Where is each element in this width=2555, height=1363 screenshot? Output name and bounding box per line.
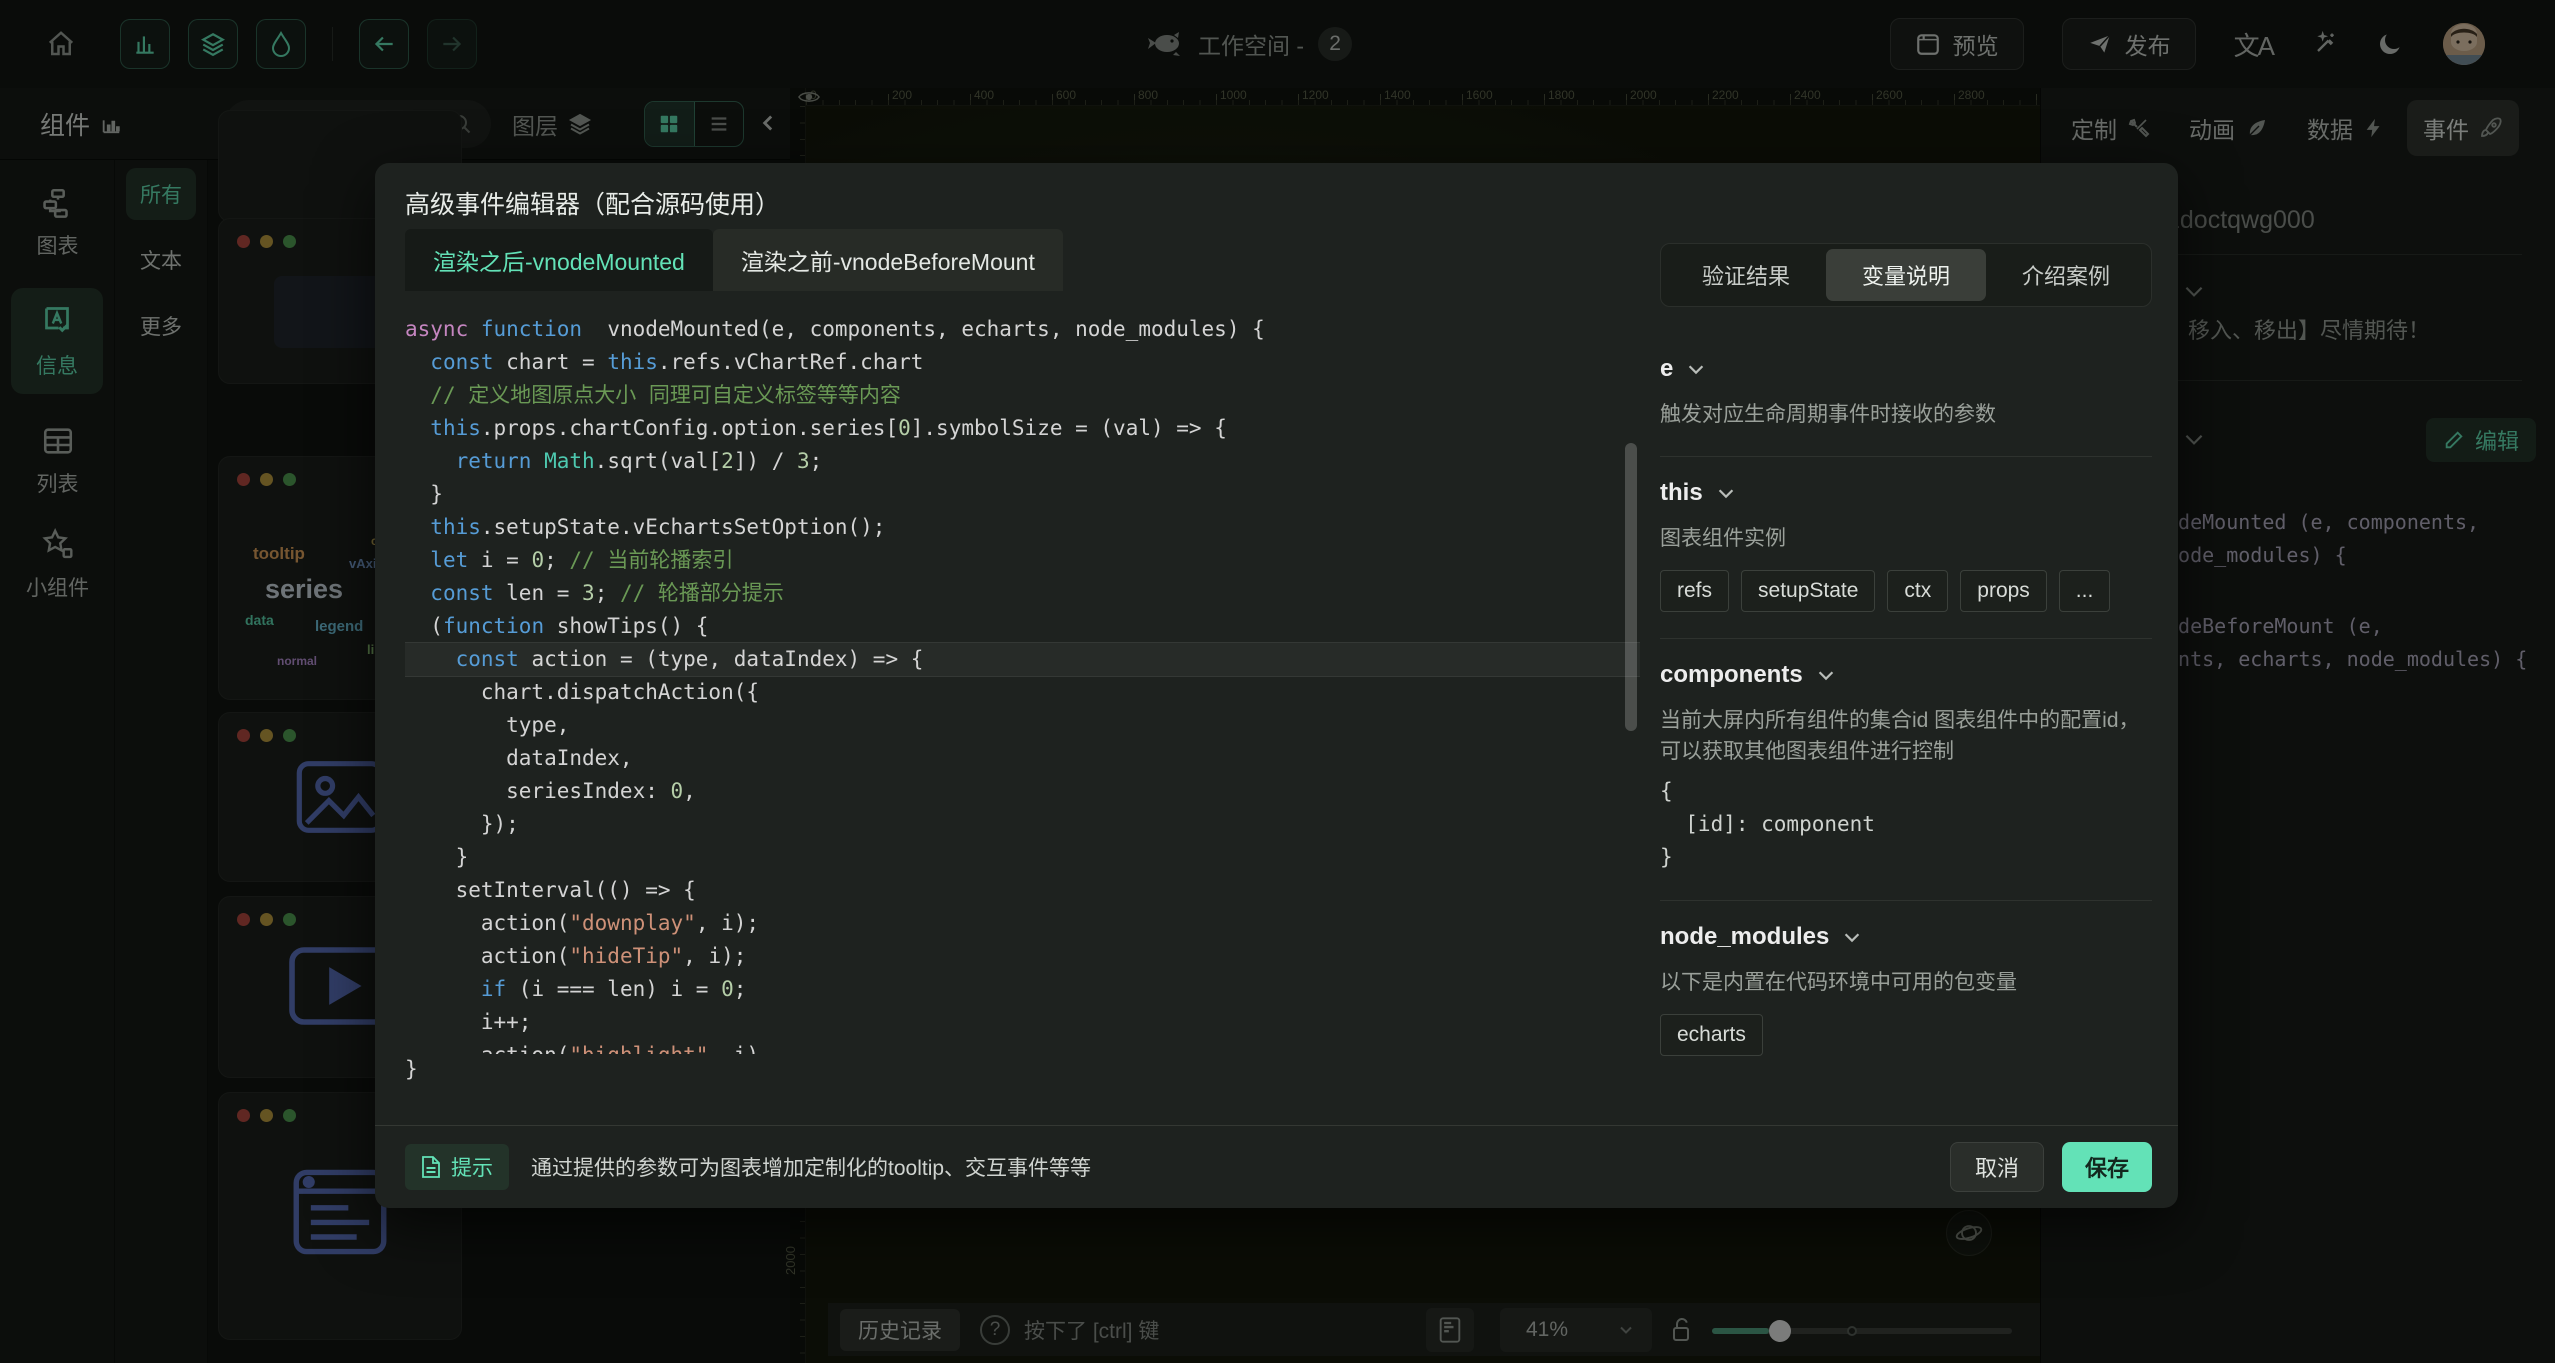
code-line[interactable]: action("downplay", i); (405, 907, 1640, 940)
variable-tags: refs setupState ctx props... (1660, 570, 2152, 612)
variable-sections: e 触发对应生命周期事件时接收的参数 this 图表组件实例 refs setupStat… (1660, 333, 2152, 1082)
section-this: this 图表组件实例 refs setupState ctx props... (1660, 457, 2152, 639)
code-line[interactable]: let i = 0; // 当前轮播索引 (405, 544, 1640, 577)
code-line[interactable]: action("highlight", i) (405, 1039, 1640, 1054)
section-name: node_modules (1660, 923, 1829, 951)
tab-vnode-mounted[interactable]: 渲染之后-vnodeMounted (405, 229, 713, 291)
variable-tag: props (1960, 570, 2047, 612)
section-header[interactable]: components (1660, 661, 2152, 689)
code-line[interactable]: async function vnodeMounted(e, component… (405, 313, 1640, 346)
code-line[interactable]: } (405, 841, 1640, 874)
chevron-down-icon[interactable] (1815, 664, 1837, 686)
code-editor[interactable]: async function vnodeMounted(e, component… (405, 313, 1640, 1054)
code-line[interactable]: } (405, 478, 1640, 511)
cancel-button[interactable]: 取消 (1950, 1142, 2044, 1192)
tab-vnode-before-mount[interactable]: 渲染之前-vnodeBeforeMount (713, 229, 1063, 291)
section-desc: 以下是内置在代码环境中可用的包变量 (1660, 967, 2152, 998)
code-line[interactable]: const chart = this.refs.vChartRef.chart (405, 346, 1640, 379)
section-header[interactable]: node_modules (1660, 923, 2152, 951)
hint-badge-label: 提示 (451, 1152, 493, 1182)
code-line[interactable]: action("hideTip", i); (405, 940, 1640, 973)
tab-variable-doc[interactable]: 变量说明 (1826, 249, 1986, 301)
chevron-down-icon[interactable] (1715, 482, 1737, 504)
side-tabs: 验证结果 变量说明 介绍案例 (1660, 243, 2152, 307)
code-line[interactable]: if (i === len) i = 0; (405, 973, 1640, 1006)
section-code: { [id]: component } (1660, 775, 2152, 874)
modal-footer: 提示 通过提供的参数可为图表增加定制化的tooltip、交互事件等等 取消 保存 (375, 1125, 2178, 1208)
code-line[interactable]: return Math.sqrt(val[2]) / 3; (405, 445, 1640, 478)
code-line[interactable]: // 定义地图原点大小 同理可自定义标签等等内容 (405, 379, 1640, 412)
code-line[interactable]: this.props.chartConfig.option.series[0].… (405, 412, 1640, 445)
section-name: e (1660, 355, 1673, 383)
editor-scrollbar[interactable] (1625, 443, 1637, 731)
event-editor-modal: 高级事件编辑器（配合源码使用） 渲染之后-vnodeMounted 渲染之前-v… (375, 163, 2178, 1208)
section-desc: 触发对应生命周期事件时接收的参数 (1660, 399, 2152, 430)
section-name: this (1660, 479, 1703, 507)
code-line[interactable]: (function showTips() { (405, 610, 1640, 643)
modal-side-panel: 验证结果 变量说明 介绍案例 e 触发对应生命周期事件时接收的参数 this 图表组件… (1660, 243, 2152, 1082)
code-line[interactable]: const len = 3; // 轮播部分提示 (405, 577, 1640, 610)
code-line[interactable]: this.setupState.vEchartsSetOption(); (405, 511, 1640, 544)
section-header[interactable]: e (1660, 355, 2152, 383)
tab-intro-example[interactable]: 介绍案例 (1986, 249, 2146, 301)
chevron-down-icon[interactable] (1841, 926, 1863, 948)
variable-tag: refs (1660, 570, 1729, 612)
variable-tag: setupState (1741, 570, 1875, 612)
lifecycle-tabs: 渲染之后-vnodeMounted 渲染之前-vnodeBeforeMount (405, 229, 1063, 291)
variable-tag: ctx (1887, 570, 1948, 612)
code-line[interactable]: i++; (405, 1006, 1640, 1039)
modal-title: 高级事件编辑器（配合源码使用） (405, 185, 780, 221)
variable-tags: echarts (1660, 1014, 2152, 1056)
tab-validate-result[interactable]: 验证结果 (1666, 249, 1826, 301)
section-e: e 触发对应生命周期事件时接收的参数 (1660, 333, 2152, 457)
section-header[interactable]: this (1660, 479, 2152, 507)
save-button[interactable]: 保存 (2062, 1142, 2152, 1192)
code-line[interactable]: seriesIndex: 0, (405, 775, 1640, 808)
variable-tag: echarts (1660, 1014, 1763, 1056)
hint-badge: 提示 (405, 1144, 509, 1190)
code-line[interactable]: chart.dispatchAction({ (405, 676, 1640, 709)
section-components: components 当前大屏内所有组件的集合id 图表组件中的配置id，可以获取… (1660, 639, 2152, 901)
hint-text: 通过提供的参数可为图表增加定制化的tooltip、交互事件等等 (531, 1152, 1091, 1182)
code-line[interactable]: type, (405, 709, 1640, 742)
section-name: components (1660, 661, 1803, 689)
doc-icon (421, 1155, 441, 1179)
code-line[interactable]: const action = (type, dataIndex) => { (405, 643, 1640, 676)
code-line[interactable]: }); (405, 808, 1640, 841)
section-node_modules: node_modules 以下是内置在代码环境中可用的包变量 echarts (1660, 901, 2152, 1082)
section-desc: 当前大屏内所有组件的集合id 图表组件中的配置id，可以获取其他图表组件进行控制 (1660, 705, 2152, 767)
variable-tag: ... (2059, 570, 2111, 612)
code-line[interactable]: setInterval(() => { (405, 874, 1640, 907)
app-root: 工作空间 - 2 预览 发布 文A 组件 (0, 0, 2555, 1363)
code-line[interactable]: dataIndex, (405, 742, 1640, 775)
section-desc: 图表组件实例 (1660, 523, 2152, 554)
code-closing-brace: } (405, 1057, 418, 1081)
chevron-down-icon[interactable] (1685, 358, 1707, 380)
